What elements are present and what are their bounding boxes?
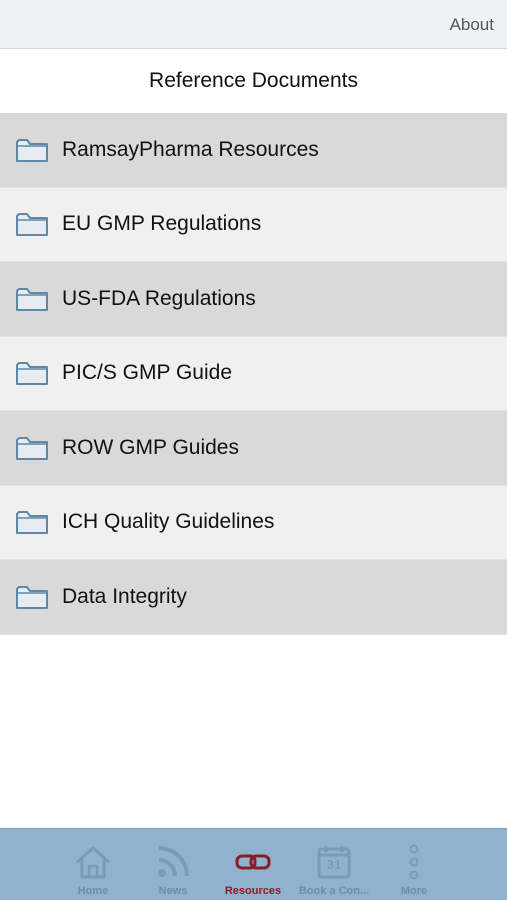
list-item-ramsaypharma-resources[interactable]: RamsayPharma Resources xyxy=(0,113,507,188)
list-item-row-gmp-guides[interactable]: ROW GMP Guides xyxy=(0,411,507,486)
tab-book-a-consultation[interactable]: 31 Book a Con... xyxy=(294,829,374,900)
folder-icon xyxy=(16,138,48,162)
home-icon xyxy=(73,843,113,881)
tab-label: Home xyxy=(77,885,109,897)
tab-more[interactable]: More xyxy=(374,829,454,900)
list-item-label: EU GMP Regulations xyxy=(62,212,262,236)
folder-icon xyxy=(16,585,48,609)
about-button[interactable]: About xyxy=(450,15,494,35)
list-item-label: PIC/S GMP Guide xyxy=(62,361,233,385)
bottom-tab-bar: Home News Resources 31 Book a Con... Mor… xyxy=(0,828,507,900)
folder-icon xyxy=(16,436,48,460)
list-item-eu-gmp-regulations[interactable]: EU GMP Regulations xyxy=(0,187,507,262)
list-item-label: Data Integrity xyxy=(62,584,187,608)
list-item-label: ROW GMP Guides xyxy=(62,435,239,459)
tab-news[interactable]: News xyxy=(133,829,213,900)
top-navigation-bar: About xyxy=(0,0,507,49)
folder-icon xyxy=(16,213,48,237)
rss-icon xyxy=(153,843,193,881)
link-icon xyxy=(233,843,273,881)
list-item-label: US-FDA Regulations xyxy=(62,286,256,310)
calendar-day: 31 xyxy=(326,857,342,872)
document-list: RamsayPharma Resources EU GMP Regulation… xyxy=(0,113,507,635)
page-title: Reference Documents xyxy=(0,49,507,113)
tab-label: Book a Con... xyxy=(298,885,370,897)
tab-label: News xyxy=(158,885,188,897)
calendar-icon: 31 xyxy=(314,843,354,881)
list-item-data-integrity[interactable]: Data Integrity xyxy=(0,560,507,635)
folder-icon xyxy=(16,511,48,535)
list-item-label: RamsayPharma Resources xyxy=(62,137,319,161)
more-icon xyxy=(394,843,434,881)
tab-label: More xyxy=(400,885,428,897)
tab-home[interactable]: Home xyxy=(53,829,133,900)
folder-icon xyxy=(16,287,48,311)
tab-resources[interactable]: Resources xyxy=(213,829,293,900)
folder-icon xyxy=(16,362,48,386)
list-item-pics-gmp-guide[interactable]: PIC/S GMP Guide xyxy=(0,336,507,411)
list-item-label: ICH Quality Guidelines xyxy=(62,510,275,534)
list-item-us-fda-regulations[interactable]: US-FDA Regulations xyxy=(0,262,507,337)
tab-label: Resources xyxy=(224,885,282,897)
list-item-ich-quality-guidelines[interactable]: ICH Quality Guidelines xyxy=(0,485,507,560)
